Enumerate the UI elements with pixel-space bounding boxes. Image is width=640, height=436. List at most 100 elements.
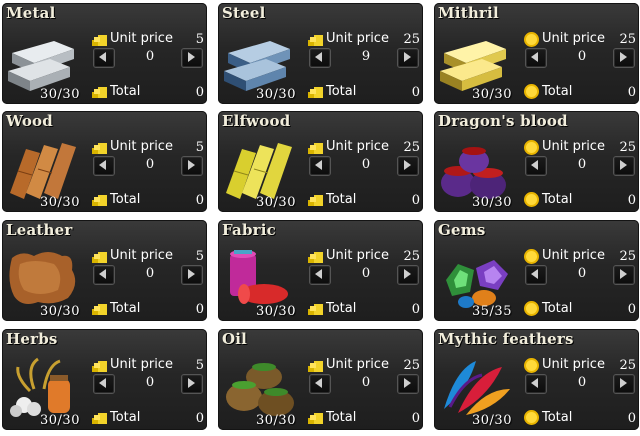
chevron-right-icon [188, 52, 195, 62]
increase-button[interactable] [397, 265, 419, 285]
quantity-value: 0 [145, 266, 155, 281]
decrease-button[interactable] [93, 48, 115, 68]
resource-name: Elfwood [222, 112, 291, 130]
stock-count: 30/30 [256, 413, 296, 428]
total-label: Total [542, 192, 573, 207]
unit-price-value: 25 [403, 140, 420, 155]
stock-count: 30/30 [256, 304, 296, 319]
quantity-value: 0 [145, 49, 155, 64]
increase-button[interactable] [181, 265, 203, 285]
increase-button[interactable] [181, 48, 203, 68]
decrease-button[interactable] [309, 48, 331, 68]
decrease-button[interactable] [93, 156, 115, 176]
unit-price-label: Unit price [542, 357, 605, 372]
resource-name: Oil [222, 330, 248, 348]
total-label: Total [110, 84, 141, 99]
chevron-left-icon [99, 378, 106, 388]
resource-card-mythic-feathers: Mythic feathers 30/30 Unit price 25 0 To… [434, 329, 639, 430]
steel-ingots-icon [224, 41, 290, 91]
decrease-button[interactable] [309, 156, 331, 176]
increase-button[interactable] [613, 265, 635, 285]
total-value: 0 [411, 302, 420, 317]
stock-count: 30/30 [256, 87, 296, 102]
chevron-right-icon [188, 160, 195, 170]
increase-button[interactable] [397, 156, 419, 176]
unit-price-label: Unit price [110, 139, 173, 154]
leather-hide-icon [9, 252, 76, 304]
resource-name: Mithril [438, 4, 499, 22]
resource-name: Leather [6, 221, 73, 239]
decrease-button[interactable] [525, 374, 547, 394]
elfwood-planks-icon [226, 143, 292, 199]
total-value: 0 [195, 85, 204, 100]
total-label: Total [542, 410, 573, 425]
unit-price-label: Unit price [326, 139, 389, 154]
total-label: Total [326, 84, 357, 99]
total-value: 0 [627, 302, 636, 317]
chevron-right-icon [620, 269, 627, 279]
chevron-left-icon [531, 160, 538, 170]
decrease-button[interactable] [309, 374, 331, 394]
decrease-button[interactable] [525, 265, 547, 285]
total-label: Total [542, 301, 573, 316]
fabric-rolls-icon [230, 250, 288, 304]
chevron-left-icon [315, 269, 322, 279]
unit-price-value: 25 [403, 249, 420, 264]
chevron-right-icon [404, 378, 411, 388]
stock-count: 30/30 [40, 195, 80, 210]
resource-name: Wood [6, 112, 53, 130]
chevron-left-icon [315, 52, 322, 62]
stock-count: 30/30 [40, 413, 80, 428]
increase-button[interactable] [613, 374, 635, 394]
increase-button[interactable] [181, 156, 203, 176]
unit-price-value: 5 [195, 249, 204, 264]
increase-button[interactable] [613, 48, 635, 68]
unit-price-label: Unit price [326, 357, 389, 372]
resource-card-gems: Gems 35/35 Unit price 25 0 Total 0 [434, 220, 639, 321]
total-label: Total [110, 410, 141, 425]
total-value: 0 [411, 85, 420, 100]
quantity-value: 0 [145, 157, 155, 172]
decrease-button[interactable] [525, 156, 547, 176]
gem-coin-icon [524, 301, 539, 316]
decrease-button[interactable] [93, 265, 115, 285]
wood-planks-icon [10, 143, 76, 199]
unit-price-label: Unit price [110, 248, 173, 263]
total-value: 0 [195, 193, 204, 208]
total-value: 0 [627, 85, 636, 100]
chevron-left-icon [531, 378, 538, 388]
increase-button[interactable] [397, 48, 419, 68]
chevron-right-icon [404, 160, 411, 170]
increase-button[interactable] [397, 374, 419, 394]
resource-name: Mythic feathers [438, 330, 574, 348]
quantity-value: 0 [577, 157, 587, 172]
decrease-button[interactable] [309, 265, 331, 285]
unit-price-value: 25 [619, 140, 636, 155]
gold-coins-icon [92, 195, 107, 206]
decrease-button[interactable] [525, 48, 547, 68]
quantity-value: 0 [577, 266, 587, 281]
unit-price-value: 25 [619, 249, 636, 264]
chevron-right-icon [188, 269, 195, 279]
quantity-value: 9 [361, 49, 371, 64]
gold-coins-icon [92, 413, 107, 424]
gem-coin-icon [524, 410, 539, 425]
gold-coins-icon [308, 143, 323, 154]
quantity-value: 0 [361, 375, 371, 390]
herbs-jar-icon [10, 357, 70, 417]
gold-coins-icon [92, 143, 107, 154]
chevron-right-icon [620, 378, 627, 388]
gem-coin-icon [524, 358, 539, 373]
chevron-left-icon [315, 378, 322, 388]
chevron-right-icon [620, 52, 627, 62]
gold-coins-icon [308, 35, 323, 46]
quantity-value: 0 [577, 49, 587, 64]
gem-coin-icon [524, 32, 539, 47]
increase-button[interactable] [613, 156, 635, 176]
stock-count: 30/30 [472, 413, 512, 428]
gem-coin-icon [524, 84, 539, 99]
total-value: 0 [195, 302, 204, 317]
increase-button[interactable] [181, 374, 203, 394]
chevron-right-icon [620, 160, 627, 170]
decrease-button[interactable] [93, 374, 115, 394]
